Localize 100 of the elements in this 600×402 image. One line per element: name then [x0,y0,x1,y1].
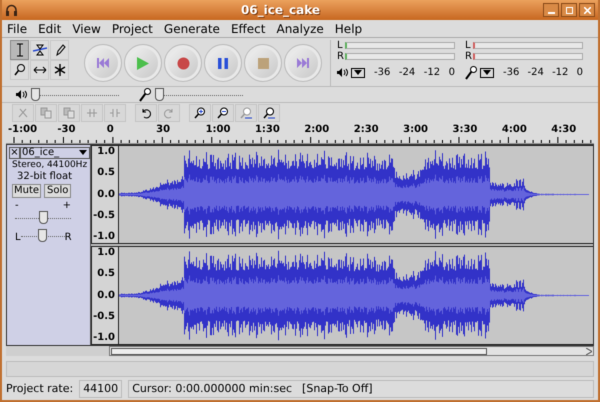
snap-status: [Snap-To Off] [302,380,373,397]
channel-label: R [337,52,345,62]
scale-label: 0.0 [97,290,115,300]
transport-button[interactable] [204,44,242,82]
scale-label: -0.5 [93,312,115,322]
menu-item[interactable]: View [72,20,101,38]
scale-label: 0.5 [97,269,115,280]
scrollbar-thumb[interactable] [111,348,487,354]
slider-thumb[interactable] [31,88,40,100]
microphone-icon [465,66,477,80]
toolbar-button[interactable] [212,104,234,122]
time-label: 4:00 [502,123,528,137]
solo-button[interactable]: Solo [44,184,72,198]
close-button[interactable] [579,3,595,17]
channel-label: L [337,40,344,50]
envelope-icon [32,43,48,57]
track-name-dropdown[interactable]: 06_ice_ [20,146,90,158]
meter-scale-label: -24 [528,66,544,80]
caret-icon [354,70,362,75]
meter-scale-label: -12 [552,66,568,80]
dropdown-button[interactable] [480,68,494,78]
tool-button[interactable] [10,60,29,80]
meter-scale-label: -12 [424,66,440,80]
headphones-icon [5,4,18,16]
tool-button[interactable] [10,40,29,60]
menu-item[interactable]: Effect [230,20,266,38]
asterisk-icon [54,64,66,76]
zoom-fit-icon [263,106,275,118]
stop-icon [258,58,268,68]
menu-item[interactable]: Help [334,20,362,38]
tool-button[interactable] [50,60,69,80]
maximize-button[interactable] [561,3,577,17]
menu-item[interactable]: File [7,20,28,38]
zoom-icon [14,63,26,77]
minimize-button[interactable] [543,3,559,17]
close-track-button[interactable]: × [9,146,20,158]
slider-thumb[interactable] [155,88,164,100]
time-label: -30 [57,123,76,137]
zoom-out-icon [217,106,229,118]
skip-end-icon [297,58,309,68]
track-info: Stereo, 44100Hz [11,159,88,171]
channel-label: L [465,40,472,50]
skip-start-icon [97,58,109,68]
meter-scale-label: -36 [503,66,520,80]
time-label: 0 [106,123,115,137]
channel-label: R [465,52,473,62]
dropdown-button[interactable] [351,68,365,78]
double-arrow-icon [32,65,46,75]
transport-button[interactable] [284,44,322,82]
menu-item[interactable]: Generate [164,20,220,38]
zoom-in-icon [194,106,206,118]
mute-button[interactable]: Mute [12,184,42,198]
meter-scale-label: -36 [374,66,390,80]
speaker-icon [16,90,27,99]
time-label: 3:30 [452,123,478,137]
caret-icon [483,70,491,75]
slider-thumb[interactable] [38,229,48,242]
redo-icon [163,106,175,118]
tool-button[interactable] [50,40,69,60]
meter-scale-label: 0 [448,66,455,80]
pan-right-label: R [64,233,72,243]
time-label: 30 [156,123,172,137]
scale-label: 1.0 [97,248,115,258]
time-label: 2:30 [354,123,380,137]
scissors-icon [17,106,29,118]
toolbar-button[interactable] [135,104,157,122]
project-rate-field[interactable]: 44100 [79,380,122,398]
close-icon [584,6,590,14]
time-label: 1:00 [206,123,232,137]
time-label: 3:00 [403,123,429,137]
pencil-icon [54,43,66,57]
slider-thumb[interactable] [38,211,48,224]
tool-button[interactable] [30,40,49,60]
menu-item[interactable]: Project [112,20,153,38]
scale-label: 0.5 [97,168,115,178]
horizontal-scrollbar[interactable] [109,346,594,356]
trim-icon [86,106,98,118]
toolbar-button[interactable] [258,104,280,122]
maximize-icon [566,6,572,14]
microphone-icon [139,88,151,102]
scale-label: -1.0 [93,333,115,343]
transport-button[interactable] [84,44,122,82]
tool-button[interactable] [30,60,49,80]
scale-label: -0.5 [93,210,115,221]
scale-label: 0.0 [97,190,115,200]
pause-icon [218,58,228,68]
time-label: 2:00 [304,123,330,137]
menu-item[interactable]: Edit [38,20,62,38]
meter-scale-label: -24 [398,66,416,80]
time-label: -1:00 [8,123,38,137]
menu-item[interactable]: Analyze [276,20,324,38]
paste-icon [63,106,75,118]
zoom-fit-icon [240,106,252,118]
window-title: 06_ice_cake [240,2,322,19]
toolbar-button[interactable] [189,104,211,122]
scale-label: 1.0 [97,147,115,157]
track-info: 32-bit float [16,171,74,183]
transport-button[interactable] [164,44,202,82]
meter-scale-label: 0 [576,66,583,80]
pan-left-label: L [15,233,21,243]
